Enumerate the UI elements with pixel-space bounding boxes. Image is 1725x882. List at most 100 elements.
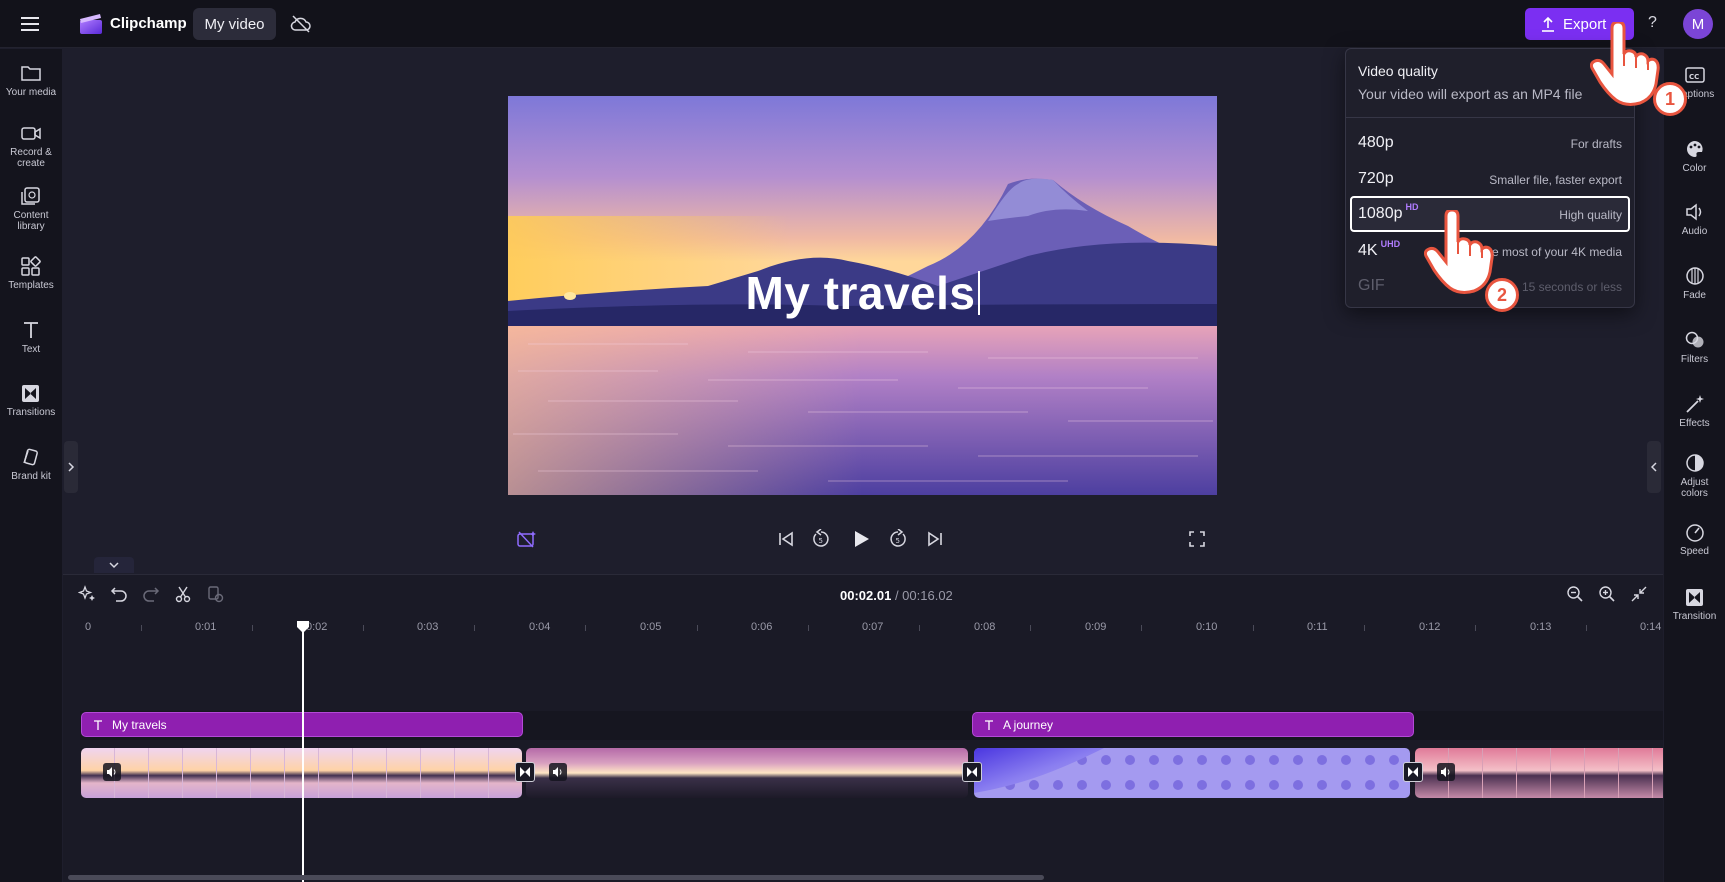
collapse-right-panel-button[interactable] (1647, 441, 1661, 493)
transitions-icon (22, 385, 39, 402)
sidebar-item-record-create[interactable]: Record & create (0, 123, 62, 169)
sidebar-item-label: Filters (1680, 354, 1709, 365)
sidebar-item-transition[interactable]: Transition (1664, 587, 1725, 622)
hamburger-menu-icon[interactable] (20, 14, 42, 34)
forward-5s-icon[interactable]: 5 (888, 529, 908, 549)
duplicate-icon[interactable] (206, 585, 224, 603)
fit-timeline-icon[interactable] (1630, 585, 1648, 603)
redo-icon[interactable] (142, 585, 160, 603)
ruler-tick (252, 625, 253, 631)
video-preview[interactable]: My travels (508, 96, 1217, 495)
ruler-tick (1030, 625, 1031, 631)
sidebar-item-label: Adjust colors (1680, 477, 1709, 499)
option-description: High quality (1559, 208, 1622, 222)
folder-icon (21, 66, 41, 81)
preview-text-overlay[interactable]: My travels (508, 266, 1217, 320)
text-icon (94, 719, 102, 730)
sidebar-item-label: Audio (1681, 226, 1708, 237)
quality-option-480p[interactable]: 480p For drafts (1350, 125, 1630, 161)
option-resolution: 4K UHD (1358, 239, 1400, 260)
fullscreen-icon[interactable] (1189, 531, 1205, 547)
cloud-off-icon[interactable] (290, 14, 312, 34)
ruler-tick (474, 625, 475, 631)
contrast-icon (1685, 454, 1704, 472)
sidebar-item-your-media[interactable]: Your media (0, 63, 62, 98)
ruler-label: 0:03 (417, 621, 439, 633)
avatar[interactable]: M (1683, 9, 1713, 39)
sidebar-item-label: Templates (8, 280, 54, 291)
option-description: 15 seconds or less (1521, 280, 1622, 294)
ruler-label: 0:12 (1419, 621, 1441, 633)
video-clip-4[interactable] (1415, 748, 1663, 798)
scissors-icon[interactable] (174, 585, 192, 603)
sidebar-item-speed[interactable]: Speed (1664, 522, 1725, 557)
sidebar-item-label: Your media (5, 87, 57, 98)
ruler-label: 0:06 (751, 621, 773, 633)
captions-icon: CC (1684, 67, 1705, 83)
quality-option-720p[interactable]: 720p Smaller file, faster export (1350, 161, 1630, 197)
project-title-button[interactable]: My video (193, 8, 276, 40)
total-time: 00:16.02 (902, 588, 953, 603)
svg-text:CC: CC (1689, 73, 1699, 81)
app-name: Clipchamp (110, 15, 187, 32)
option-resolution: GIF (1358, 277, 1385, 294)
sidebar-item-effects[interactable]: Effects (1664, 394, 1725, 429)
undo-icon[interactable] (110, 585, 128, 603)
sidebar-item-color[interactable]: Color (1664, 139, 1725, 174)
camera-icon (21, 127, 41, 140)
sidebar-item-fade[interactable]: Fade (1664, 266, 1725, 301)
ruler-label: 0:05 (640, 621, 662, 633)
step-badge-1: 1 (1653, 82, 1687, 116)
zoom-out-icon[interactable] (1566, 585, 1584, 603)
option-description: e most of your 4K media (1491, 245, 1622, 259)
sidebar-item-audio[interactable]: Audio (1664, 202, 1725, 237)
sidebar-item-brand-kit[interactable]: Brand kit (0, 447, 62, 482)
current-time: 00:02.01 (840, 588, 892, 603)
speaker-icon[interactable] (549, 763, 567, 781)
video-clip-3[interactable] (974, 748, 1410, 798)
skip-to-start-icon[interactable] (777, 530, 795, 548)
text-clip-a-journey[interactable]: A journey (972, 712, 1414, 737)
ruler-label: 0:10 (1196, 621, 1218, 633)
svg-text:5: 5 (896, 537, 900, 545)
sidebar-item-adjust-colors[interactable]: Adjust colors (1664, 453, 1725, 499)
expand-left-panel-button[interactable] (64, 441, 78, 493)
playhead-handle[interactable] (296, 620, 310, 634)
text-clip-label: A journey (1003, 717, 1054, 732)
sidebar-item-text[interactable]: Text (0, 320, 62, 355)
transition-badge[interactable] (1403, 762, 1423, 782)
ruler-tick (585, 625, 586, 631)
video-clip-2[interactable] (526, 748, 968, 798)
sidebar-item-label: Record & create (10, 147, 52, 169)
magic-camera-icon[interactable] (516, 529, 538, 549)
skip-to-end-icon[interactable] (926, 530, 944, 548)
timeline-scrollbar[interactable] (68, 875, 1044, 880)
sidebar-item-filters[interactable]: Filters (1664, 330, 1725, 365)
sidebar-item-templates[interactable]: Templates (0, 256, 62, 291)
ruler-tick (1253, 625, 1254, 631)
magic-wand-tool-icon[interactable] (78, 585, 96, 603)
transition-icon (1408, 767, 1418, 777)
rewind-5s-icon[interactable]: 5 (811, 529, 831, 549)
option-description: For drafts (1570, 137, 1622, 151)
sidebar-item-label: Content library (13, 210, 49, 232)
upload-icon (1541, 16, 1555, 32)
brand-kit-icon (23, 448, 38, 466)
sidebar-item-transitions[interactable]: Transitions (0, 383, 62, 418)
text-caret (977, 271, 980, 315)
sidebar-item-label: Transitions (6, 407, 56, 418)
collapse-timeline-button[interactable] (94, 557, 134, 573)
speaker-icon[interactable] (1437, 763, 1455, 781)
sidebar-item-content-library[interactable]: Content library (0, 186, 62, 232)
preview-text-overlay-content: My travels (745, 267, 976, 319)
play-icon[interactable] (851, 529, 871, 549)
zoom-in-icon[interactable] (1598, 585, 1616, 603)
transition-badge[interactable] (962, 762, 982, 782)
speaker-icon[interactable] (103, 763, 121, 781)
clipchamp-editor: Clipchamp My video Export ? M Your media… (0, 0, 1725, 882)
transition-badge[interactable] (515, 762, 535, 782)
step-badge-2: 2 (1485, 278, 1519, 312)
ruler-label: 0:13 (1530, 621, 1552, 633)
option-resolution: 720p (1358, 170, 1394, 187)
playhead[interactable] (302, 622, 304, 882)
